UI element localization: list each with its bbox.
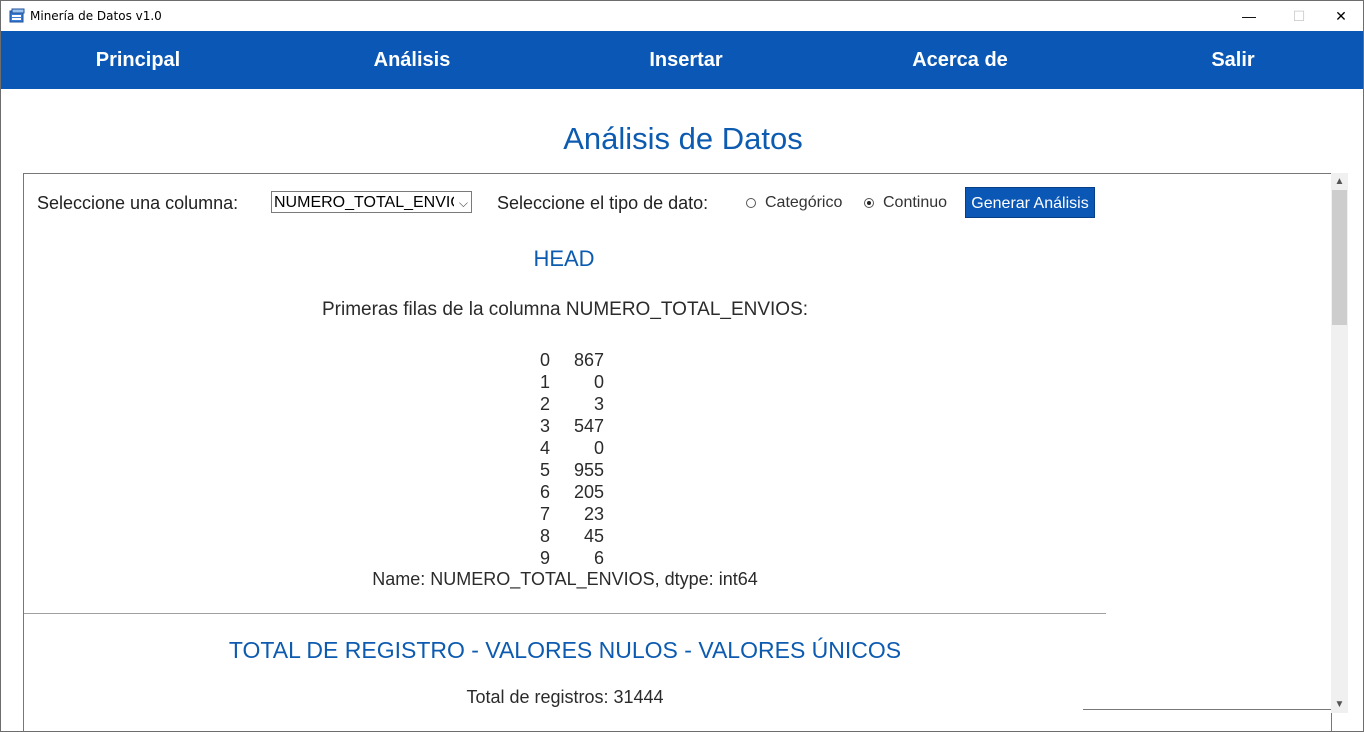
row-value: 6 <box>593 548 604 568</box>
main-nav: Principal Análisis Insertar Acerca de Sa… <box>1 31 1363 89</box>
radio-continuo-label[interactable]: Continuo <box>883 194 947 212</box>
close-button[interactable]: ✕ <box>1318 1 1363 31</box>
maximize-button[interactable]: ☐ <box>1276 1 1322 31</box>
total-records-text: Total de registros: 31444 <box>466 687 664 707</box>
scroll-up-arrow-icon[interactable]: ▲ <box>1331 173 1348 190</box>
radio-categorico-label[interactable]: Categórico <box>765 194 842 212</box>
scroll-thumb[interactable] <box>1332 190 1347 325</box>
row-index: 0 <box>539 350 550 370</box>
generate-analysis-button[interactable]: Generar Análisis <box>965 187 1095 218</box>
row-index: 2 <box>539 394 550 414</box>
window-title: Minería de Datos v1.0 <box>30 9 162 23</box>
row-index: 8 <box>539 526 550 546</box>
nav-acerca-de[interactable]: Acerca de <box>860 31 1060 89</box>
chevron-down-icon: ⌵ <box>458 196 468 210</box>
head-series: 0 867 10 23 3 547 40 5 955 6 205 7 23 8 45 96 <box>524 349 604 569</box>
head-section-title: HEAD <box>533 246 595 271</box>
title-bar: Minería de Datos v1.0 — ☐ ✕ <box>1 1 1363 31</box>
series-footer: Name: NUMERO_TOTAL_ENVIOS, dtype: int64 <box>372 569 758 589</box>
series-row: 5 955 <box>524 459 604 481</box>
row-index: 1 <box>539 372 550 392</box>
panel-bottom-border <box>1083 709 1331 710</box>
series-row: 6 205 <box>524 481 604 503</box>
row-index: 9 <box>539 548 550 568</box>
row-value: 0 <box>593 438 604 458</box>
database-app-icon <box>9 8 25 23</box>
row-index: 4 <box>539 438 550 458</box>
row-value: 955 <box>573 460 604 480</box>
series-row: 10 <box>524 371 604 393</box>
radio-selected-dot <box>867 201 871 205</box>
totals-section-title: TOTAL DE REGISTRO - VALORES NULOS - VALO… <box>228 637 902 663</box>
type-label: Seleccione el tipo de dato: <box>497 193 709 213</box>
radio-categorico[interactable] <box>746 198 756 208</box>
row-value: 867 <box>573 350 604 370</box>
vertical-scrollbar[interactable]: ▲ ▼ <box>1331 173 1348 713</box>
series-row: 23 <box>524 393 604 415</box>
row-index: 6 <box>539 482 550 502</box>
row-value: 205 <box>573 482 604 502</box>
radio-continuo[interactable] <box>864 198 874 208</box>
row-index: 5 <box>539 460 550 480</box>
minimize-button[interactable]: — <box>1226 1 1272 31</box>
row-index: 3 <box>539 416 550 436</box>
row-value: 3 <box>593 394 604 414</box>
analysis-panel[interactable]: Seleccione una columna: NUMERO_TOTAL_ENV… <box>23 173 1332 731</box>
app-window: Minería de Datos v1.0 — ☐ ✕ Principal An… <box>0 0 1364 732</box>
series-row: 8 45 <box>524 525 604 547</box>
row-value: 45 <box>583 526 604 546</box>
series-row: 0 867 <box>524 349 604 371</box>
column-label: Seleccione una columna: <box>37 193 239 213</box>
row-value: 0 <box>593 372 604 392</box>
nav-analisis[interactable]: Análisis <box>312 31 512 89</box>
column-select-value: NUMERO_TOTAL_ENVIOS <box>274 194 454 211</box>
row-index: 7 <box>539 504 550 524</box>
section-divider <box>24 613 1106 614</box>
series-row: 40 <box>524 437 604 459</box>
nav-principal[interactable]: Principal <box>38 31 238 89</box>
series-row: 7 23 <box>524 503 604 525</box>
head-intro-text: Primeras filas de la columna NUMERO_TOTA… <box>321 299 809 320</box>
scroll-down-arrow-icon[interactable]: ▼ <box>1331 696 1348 713</box>
row-value: 547 <box>573 416 604 436</box>
series-row: 96 <box>524 547 604 569</box>
row-value: 23 <box>583 504 604 524</box>
column-select[interactable]: NUMERO_TOTAL_ENVIOS ⌵ <box>271 191 472 213</box>
page-title: Análisis de Datos <box>563 121 803 156</box>
nav-salir[interactable]: Salir <box>1133 31 1333 89</box>
series-row: 3 547 <box>524 415 604 437</box>
nav-insertar[interactable]: Insertar <box>586 31 786 89</box>
